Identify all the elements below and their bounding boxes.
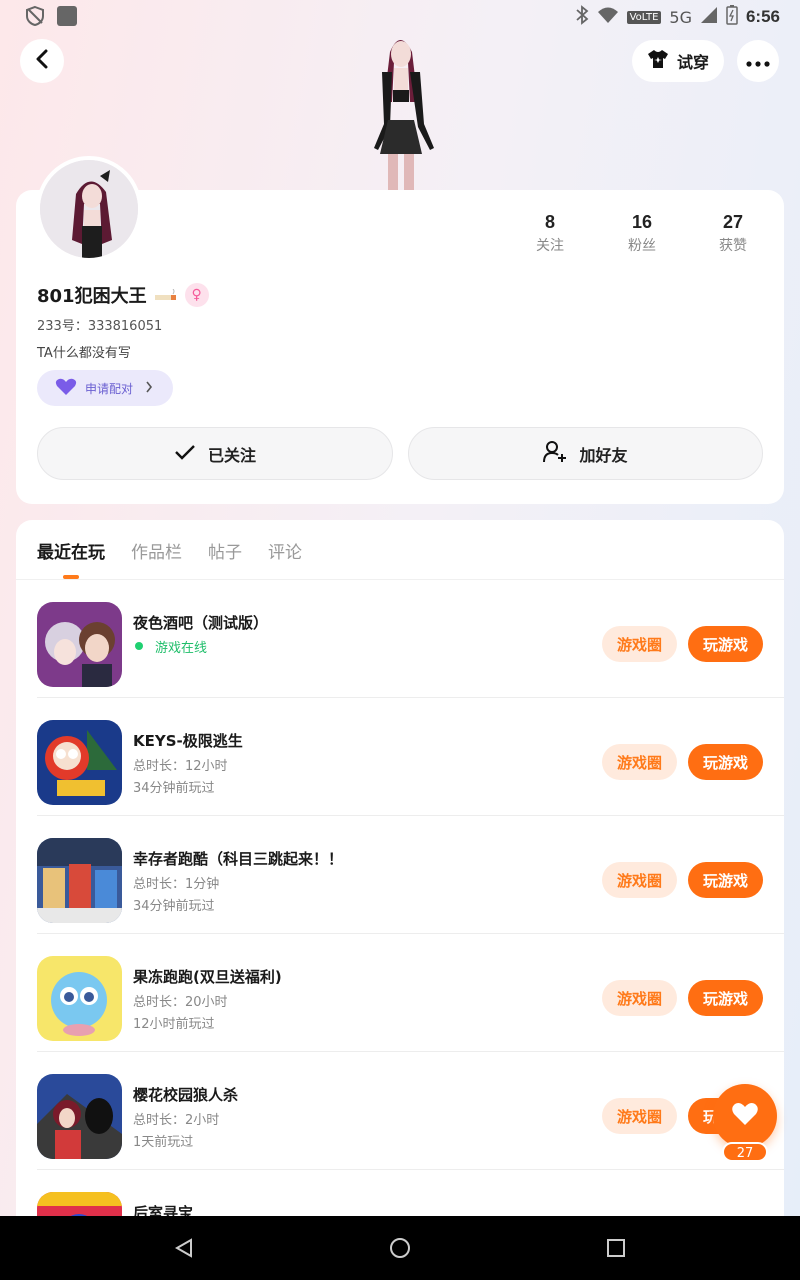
username: 801犯困大王: [37, 286, 147, 307]
profile-stats: 8 关注 16 粉丝 27 获赞: [510, 212, 770, 262]
add-user-icon: [543, 440, 567, 467]
request-pairing-button[interactable]: 申请配对: [37, 370, 173, 406]
more-dots-icon: [746, 52, 770, 71]
pairing-label: 申请配对: [85, 381, 134, 396]
tab-posts[interactable]: 帖子: [208, 538, 242, 563]
nav-back-icon[interactable]: [174, 1238, 194, 1262]
game-title: KEYS-极限逃生: [133, 732, 243, 750]
tab-comments[interactable]: 评论: [268, 538, 302, 563]
game-title: 夜色酒吧（测试版）: [133, 614, 269, 632]
heart-icon: [55, 378, 77, 399]
user-id: 233号：333816051: [37, 319, 163, 334]
try-on-label: 试穿: [676, 53, 709, 72]
active-tab-indicator: [63, 575, 79, 579]
user-avatar[interactable]: [36, 156, 142, 262]
back-button[interactable]: [20, 39, 64, 83]
like-button[interactable]: [713, 1084, 777, 1148]
game-circle-button[interactable]: 游戏圈: [602, 626, 677, 662]
game-circle-button[interactable]: 游戏圈: [602, 1098, 677, 1134]
game-title: 樱花校园狼人杀: [133, 1086, 239, 1104]
nav-home-icon[interactable]: [389, 1237, 411, 1263]
heart-icon: [731, 1102, 759, 1130]
game-playtime: 总时长：2小时: [133, 1113, 220, 1128]
followed-button[interactable]: 已关注: [37, 427, 393, 480]
game-title: 幸存者跑酷（科目三跳起来！！: [133, 850, 344, 868]
chevron-right-icon: [145, 381, 153, 396]
game-icon[interactable]: [37, 956, 122, 1041]
tab-recent-games[interactable]: 最近在玩: [37, 538, 105, 563]
game-icon[interactable]: [37, 602, 122, 687]
game-playtime: 总时长：1分钟: [133, 877, 220, 892]
play-game-button[interactable]: 玩游戏: [688, 744, 763, 780]
stat-label: 粉丝: [628, 238, 656, 254]
username-row: 801犯困大王 ♀: [37, 282, 209, 308]
tab-works[interactable]: 作品栏: [131, 538, 182, 563]
game-playtime: 总时长：12小时: [133, 759, 228, 774]
game-row[interactable]: 幸存者跑酷（科目三跳起来！！ 总时长：1分钟 34分钟前玩过 游戏圈 玩游戏: [16, 816, 784, 934]
like-count-badge: 27: [722, 1142, 768, 1162]
network-type: 5G: [669, 7, 692, 27]
game-circle-button[interactable]: 游戏圈: [602, 980, 677, 1016]
status-bar: VoLTE 5G 6:56: [0, 0, 800, 34]
clock: 6:56: [745, 7, 780, 26]
checkmark-icon: [174, 444, 196, 464]
try-on-button[interactable]: 试穿: [632, 40, 724, 82]
cigarette-icon: [154, 285, 177, 306]
game-last-played: 12小时前玩过: [133, 1017, 215, 1032]
tshirt-icon: [647, 49, 669, 73]
stat-likes[interactable]: 27 获赞: [693, 212, 773, 255]
volte-badge: VoLTE: [626, 10, 662, 24]
wifi-icon: [597, 6, 619, 28]
stat-value: 27: [722, 212, 744, 232]
signal-icon: [700, 6, 718, 28]
game-row[interactable]: 夜色酒吧（测试版） 游戏在线 游戏圈 玩游戏: [16, 580, 784, 698]
system-navigation-bar: [0, 1216, 800, 1280]
game-last-played: 1天前玩过: [133, 1135, 194, 1150]
game-row[interactable]: KEYS-极限逃生 总时长：12小时 34分钟前玩过 游戏圈 玩游戏: [16, 698, 784, 816]
game-icon[interactable]: [37, 838, 122, 923]
play-game-button[interactable]: 玩游戏: [688, 862, 763, 898]
game-last-played: 34分钟前玩过: [133, 781, 215, 796]
game-playtime: 总时长：20小时: [133, 995, 228, 1010]
stat-followers[interactable]: 16 粉丝: [602, 212, 682, 255]
stat-value: 16: [631, 212, 653, 232]
battery-icon: [726, 5, 738, 29]
back-arrow-icon: [34, 49, 50, 73]
game-row[interactable]: 果冻跑跑(双旦送福利) 总时长：20小时 12小时前玩过 游戏圈 玩游戏: [16, 934, 784, 1052]
female-gender-icon: ♀: [184, 283, 209, 307]
add-friend-button[interactable]: 加好友: [408, 427, 763, 480]
game-last-played: 34分钟前玩过: [133, 899, 215, 914]
play-game-button[interactable]: 玩游戏: [688, 980, 763, 1016]
game-circle-button[interactable]: 游戏圈: [602, 862, 677, 898]
nav-recents-icon[interactable]: [607, 1239, 625, 1261]
stat-following[interactable]: 8 关注: [510, 212, 590, 255]
content-tabs: 最近在玩 作品栏 帖子 评论: [16, 520, 784, 580]
app-notification-icon: [56, 5, 78, 31]
shield-icon: [24, 5, 46, 31]
game-icon[interactable]: [37, 720, 122, 805]
game-icon[interactable]: [37, 1074, 122, 1159]
add-friend-label: 加好友: [579, 445, 628, 465]
character-avatar-figure: [352, 32, 448, 190]
user-bio: TA什么都没有写: [37, 346, 131, 361]
play-game-button[interactable]: 玩游戏: [688, 626, 763, 662]
game-row[interactable]: 樱花校园狼人杀 总时长：2小时 1天前玩过 游戏圈 玩游戏: [16, 1052, 784, 1170]
stat-value: 8: [544, 212, 555, 232]
game-circle-button[interactable]: 游戏圈: [602, 744, 677, 780]
stat-label: 获赞: [719, 238, 747, 254]
stat-label: 关注: [536, 238, 564, 254]
game-online-status: 游戏在线: [155, 641, 208, 656]
followed-label: 已关注: [207, 445, 256, 465]
game-title: 果冻跑跑(双旦送福利): [133, 968, 282, 986]
bluetooth-icon: [575, 5, 589, 29]
content-card: 最近在玩 作品栏 帖子 评论 夜色酒吧（测试版） 游戏在线 游戏圈 玩游戏 KE…: [16, 520, 784, 1240]
more-options-button[interactable]: [737, 40, 779, 82]
